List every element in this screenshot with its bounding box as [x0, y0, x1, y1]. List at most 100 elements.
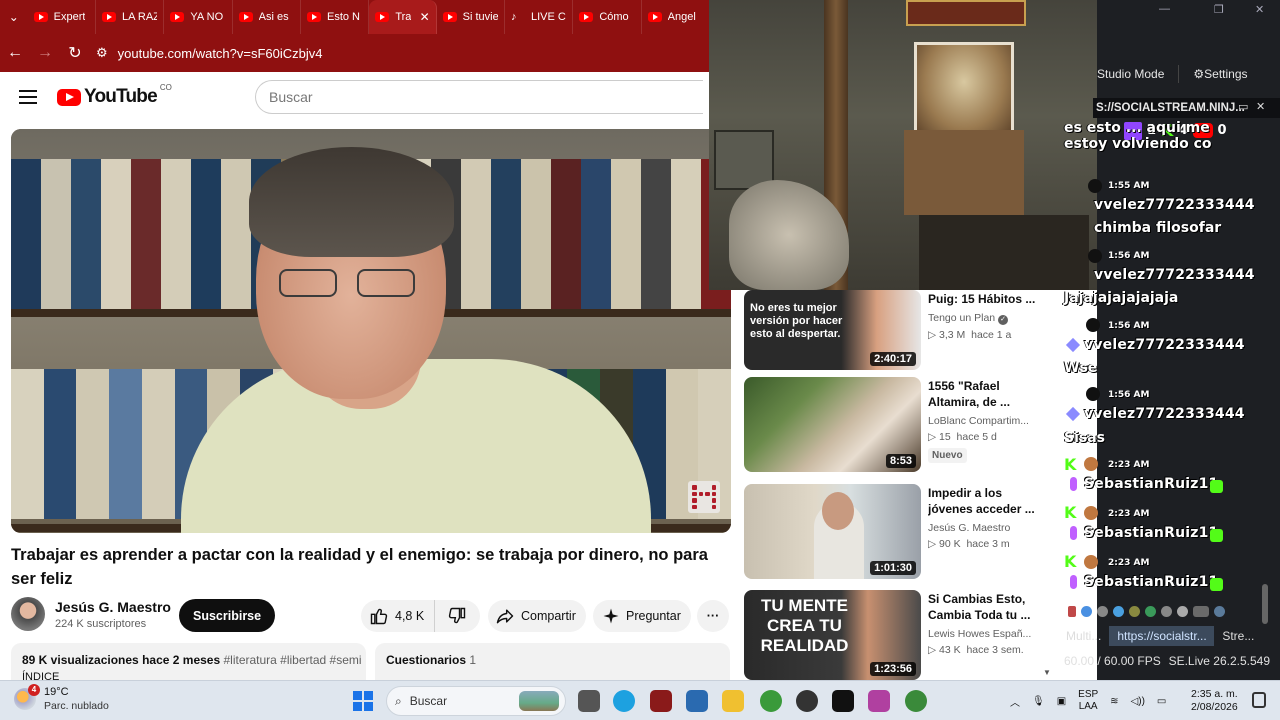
- pause-icon[interactable]: [1068, 605, 1076, 617]
- weather-widget[interactable]: 4 19°C Parc. nublado: [14, 684, 109, 712]
- undock-icon[interactable]: ▭: [1238, 100, 1248, 113]
- maximize-icon[interactable]: ❐: [1214, 3, 1224, 16]
- browser-tab[interactable]: Esto N: [301, 0, 370, 34]
- tiktok-app-icon[interactable]: [832, 690, 854, 712]
- thumbnail-text: No eres tu mejor versión por hacer esto …: [750, 302, 843, 340]
- forward-arrow-icon[interactable]: →: [30, 44, 60, 62]
- share-button[interactable]: Compartir: [488, 600, 586, 632]
- kick-emote-icon: [1210, 480, 1223, 493]
- language-indicator[interactable]: ESP LAA: [1078, 689, 1098, 713]
- browser-tab[interactable]: Cómo: [573, 0, 642, 34]
- video-player[interactable]: [11, 129, 731, 533]
- emoji-icon[interactable]: [1129, 605, 1140, 617]
- obs-menu: Studio Mode ⚙Settings: [1093, 62, 1280, 86]
- settings-icon[interactable]: [1161, 605, 1172, 617]
- more-actions-button[interactable]: ···: [697, 600, 729, 632]
- browser-tab[interactable]: Angel: [642, 0, 710, 34]
- hashtags[interactable]: #literatura #libertad #semi: [223, 653, 361, 667]
- search-placeholder: Buscar: [269, 89, 313, 105]
- chat-timestamp: 2:23 AM: [1108, 509, 1150, 519]
- minimize-icon[interactable]: —: [1159, 3, 1170, 15]
- chrome-icon[interactable]: [760, 690, 782, 712]
- wifi-icon[interactable]: ≋: [1110, 696, 1118, 707]
- browser-tab[interactable]: YA NO: [164, 0, 233, 34]
- dock-tab-active[interactable]: https://socialstr...: [1109, 626, 1215, 646]
- quizzes-box[interactable]: Cuestionarios 1: [375, 643, 730, 681]
- recommended-video[interactable]: No eres tu mejor versión por hacer esto …: [744, 290, 1044, 370]
- store-icon[interactable]: [686, 690, 708, 712]
- ask-button[interactable]: Preguntar: [593, 600, 691, 632]
- browser-tab-active[interactable]: Tra ✕: [369, 0, 437, 34]
- recommendations-scrollbar[interactable]: ▼: [1042, 290, 1052, 680]
- chrome-profile-icon[interactable]: [905, 690, 927, 712]
- filter-icon[interactable]: [1113, 605, 1124, 617]
- tab-label: Si tuvie: [462, 11, 498, 23]
- browser-tab-strip: ⌄ Expert LA RAZ YA NO Asi es Esto N Tra ✕…: [0, 0, 710, 34]
- close-tab-icon[interactable]: ✕: [420, 10, 430, 24]
- kick-icon: K: [1064, 552, 1077, 571]
- taskbar-search[interactable]: ⌕ Buscar: [386, 686, 566, 716]
- wand-icon[interactable]: [1177, 605, 1188, 617]
- chevron-up-icon[interactable]: ︿: [1010, 694, 1020, 709]
- browser-tab[interactable]: Expert: [28, 0, 96, 34]
- app-icon[interactable]: [650, 690, 672, 712]
- channel-watermark-logo[interactable]: [688, 481, 720, 513]
- recommended-title: 1556 "Rafael Altamira, de ...: [928, 379, 1011, 409]
- search-input[interactable]: Buscar: [255, 80, 703, 114]
- browser-tab[interactable]: Si tuvie: [437, 0, 505, 34]
- broom-icon[interactable]: [1214, 605, 1225, 617]
- new-badge: Nuevo: [928, 448, 967, 463]
- task-view-icon[interactable]: [578, 690, 600, 712]
- chat-message-text: chimba filosofar: [1094, 220, 1222, 236]
- obs-icon[interactable]: [796, 690, 818, 712]
- battery-icon[interactable]: ▭: [1157, 696, 1166, 707]
- youtube-logo[interactable]: YouTube CO: [57, 83, 172, 108]
- browser-tab[interactable]: LA RAZ: [96, 0, 165, 34]
- menu-icon[interactable]: [19, 90, 37, 104]
- view-count: 3,3 M: [939, 329, 966, 341]
- gift-icon[interactable]: [1145, 605, 1156, 617]
- settings-button[interactable]: ⚙Settings: [1189, 67, 1251, 81]
- bell-icon[interactable]: [1097, 605, 1108, 617]
- browser-tab[interactable]: Asi es: [233, 0, 301, 34]
- reload-icon[interactable]: ↻: [60, 43, 90, 63]
- site-info-icon[interactable]: ⚙: [96, 45, 108, 61]
- clock[interactable]: 2:35 a. m. 2/08/2026: [1191, 688, 1238, 714]
- url-field[interactable]: ⚙ youtube.com/watch?v=sF60iCzbjv4: [96, 39, 710, 67]
- app-icon[interactable]: [868, 690, 890, 712]
- recommended-video[interactable]: TU MENTE CREA TU REALIDAD 1:23:56 Si Cam…: [744, 590, 1044, 680]
- file-explorer-icon[interactable]: [722, 690, 744, 712]
- tab-search-chevron-icon[interactable]: ⌄: [0, 0, 28, 34]
- description-box[interactable]: 89 K visualizaciones hace 2 meses #liter…: [11, 643, 366, 681]
- video-thumbnail: 8:53: [744, 377, 921, 472]
- recommended-video[interactable]: 8:53 1556 "Rafael Altamira, de ... LoBla…: [744, 377, 1044, 472]
- start-button[interactable]: [353, 691, 373, 711]
- subscribe-button[interactable]: Suscribirse: [179, 599, 276, 632]
- dock-tab[interactable]: Multi...: [1058, 629, 1109, 643]
- dock-tab[interactable]: Stre...: [1214, 629, 1262, 643]
- chat-message-text: es esto ... aqui me estoy volviendo co: [1064, 120, 1212, 152]
- chat-bubble-icon[interactable]: [1081, 605, 1092, 617]
- edge-icon[interactable]: [613, 690, 635, 712]
- close-icon[interactable]: ✕: [1255, 3, 1264, 16]
- recommended-channel: Jesús G. Maestro: [928, 522, 1011, 534]
- notification-icon[interactable]: [1252, 692, 1266, 708]
- auto-icon[interactable]: [1193, 605, 1209, 617]
- browser-tab[interactable]: ♪ LIVE C: [505, 0, 574, 34]
- studio-mode-button[interactable]: Studio Mode: [1093, 67, 1168, 81]
- search-icon: ⌕: [395, 693, 402, 708]
- close-dock-icon[interactable]: ✕: [1256, 100, 1265, 113]
- channel-avatar[interactable]: [11, 597, 45, 631]
- like-button[interactable]: 4,8 K: [361, 600, 436, 632]
- tab-label: Asi es: [258, 11, 289, 23]
- channel-name[interactable]: Jesús G. Maestro: [55, 599, 171, 615]
- volume-icon[interactable]: ◁)): [1131, 696, 1145, 707]
- dislike-button[interactable]: [435, 606, 467, 626]
- video-thumbnail: 1:01:30: [744, 484, 921, 579]
- back-arrow-icon[interactable]: ←: [0, 44, 30, 62]
- scroll-down-arrow-icon[interactable]: ▼: [1043, 668, 1051, 677]
- recommended-video[interactable]: 1:01:30 Impedir a los jóvenes acceder ..…: [744, 484, 1044, 579]
- device-icon[interactable]: ▣: [1057, 696, 1066, 707]
- microphone-icon[interactable]: 🎙: [1032, 696, 1045, 707]
- chat-timestamp: 2:23 AM: [1108, 460, 1150, 470]
